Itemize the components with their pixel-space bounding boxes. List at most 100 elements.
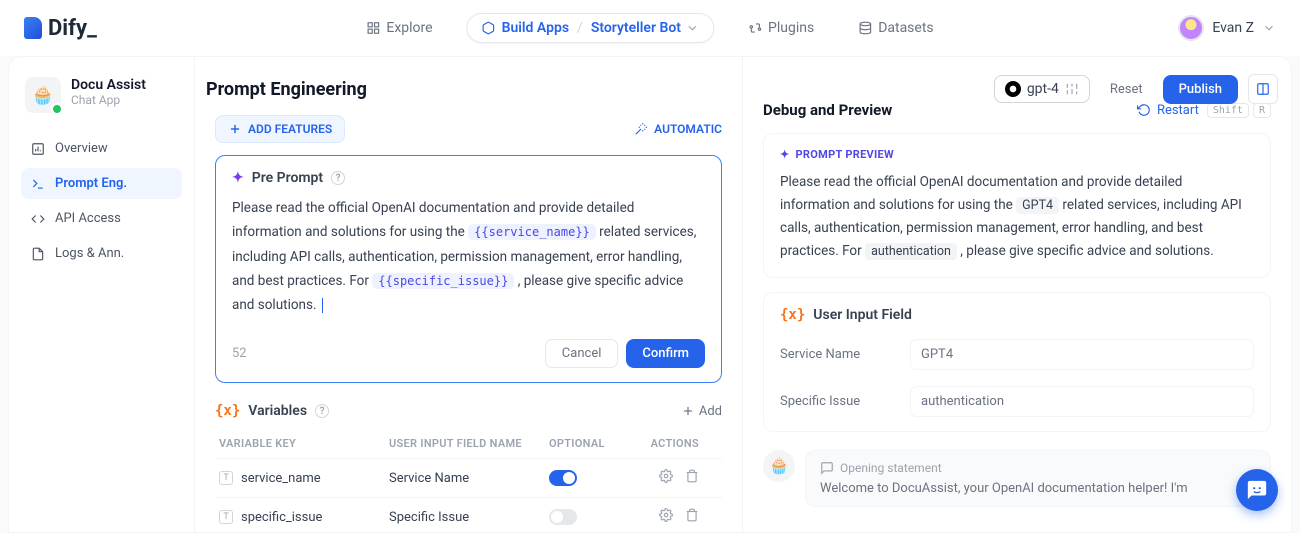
- inputs-title: User Input Field: [813, 307, 912, 323]
- help-icon[interactable]: ?: [315, 404, 329, 418]
- restart-label: Restart: [1157, 103, 1199, 118]
- add-variable-button[interactable]: Add: [681, 404, 722, 419]
- preprompt-editor[interactable]: Please read the official OpenAI document…: [232, 196, 705, 317]
- user-input-card: {x} User Input Field Service Name GPT4 S…: [763, 292, 1271, 432]
- preview-label: PROMPT PREVIEW: [796, 148, 894, 161]
- code-icon: [31, 212, 45, 226]
- sparkle-icon: ✦: [780, 148, 790, 161]
- sidebar-logs[interactable]: Logs & Ann.: [21, 238, 182, 269]
- col-field: USER INPUT FIELD NAME: [389, 437, 549, 450]
- text-type-icon: T: [219, 471, 233, 485]
- chevron-down-icon: [1262, 21, 1276, 35]
- variables-title: Variables: [248, 403, 307, 419]
- app-icon: 🧁: [25, 77, 61, 113]
- chat-icon: [1246, 479, 1268, 501]
- sidebar-api-label: API Access: [55, 211, 121, 226]
- variable-row: Tspecific_issue Specific Issue: [215, 497, 722, 532]
- nav-explore-label: Explore: [386, 20, 432, 36]
- avatar: [1178, 15, 1204, 41]
- refresh-icon: [1137, 103, 1151, 117]
- nav-bot-label: Storyteller Bot: [591, 20, 681, 36]
- wand-icon: [634, 122, 648, 136]
- optional-toggle[interactable]: [549, 509, 577, 525]
- optional-toggle[interactable]: [549, 470, 577, 486]
- opening-label: Opening statement: [840, 461, 942, 475]
- variables-section: {x} Variables ? Add VARIABLE KEY USER IN…: [215, 403, 722, 532]
- add-features-button[interactable]: ADD FEATURES: [215, 115, 345, 143]
- variable-row: Tservice_name Service Name: [215, 458, 722, 497]
- sidebar-api[interactable]: API Access: [21, 203, 182, 234]
- preview-text: Please read the official OpenAI document…: [780, 171, 1254, 263]
- app-card: 🧁 Docu Assist Chat App: [21, 71, 182, 127]
- brand-text: Dify_: [48, 16, 97, 41]
- char-count: 52: [232, 346, 247, 361]
- chart-icon: [31, 142, 45, 156]
- chevron-down-icon: [685, 21, 699, 35]
- cancel-button[interactable]: Cancel: [545, 339, 619, 368]
- opening-bubble: Opening statement Welcome to DocuAssist,…: [805, 450, 1271, 507]
- prompt-preview-card: ✦ PROMPT PREVIEW Please read the officia…: [763, 133, 1271, 278]
- opening-text: Welcome to DocuAssist, your OpenAI docum…: [820, 481, 1256, 496]
- input-field[interactable]: GPT4: [910, 339, 1254, 370]
- nav-explore[interactable]: Explore: [356, 14, 442, 42]
- terminal-icon: [31, 177, 45, 191]
- nav-build-pill[interactable]: Build Apps / Storyteller Bot: [467, 13, 714, 43]
- user-name: Evan Z: [1212, 20, 1254, 36]
- col-actions: ACTIONS: [619, 437, 699, 450]
- nav-plugins[interactable]: Plugins: [738, 14, 824, 42]
- page-title: Prompt Engineering: [206, 79, 367, 100]
- add-features-label: ADD FEATURES: [248, 122, 332, 136]
- variable-icon: {x}: [215, 403, 240, 419]
- resolved-var: GPT4: [1016, 197, 1059, 214]
- message-icon: [820, 461, 834, 475]
- sidebar-prompt-label: Prompt Eng.: [55, 176, 127, 191]
- shortcut-key: Shift: [1207, 103, 1249, 118]
- sidebar-prompt[interactable]: Prompt Eng.: [21, 168, 182, 199]
- sidebar-overview-label: Overview: [55, 141, 108, 156]
- sidebar-logs-label: Logs & Ann.: [55, 246, 124, 261]
- nav-datasets[interactable]: Datasets: [848, 14, 943, 42]
- nav-datasets-label: Datasets: [878, 20, 933, 36]
- col-optional: OPTIONAL: [549, 437, 619, 450]
- user-menu[interactable]: Evan Z: [1178, 15, 1276, 41]
- variable-icon: {x}: [780, 307, 805, 323]
- chat-fab[interactable]: [1236, 469, 1278, 511]
- resolved-var: authentication: [865, 243, 957, 260]
- variable-pill[interactable]: {{specific_issue}}: [372, 273, 514, 289]
- confirm-button[interactable]: Confirm: [626, 339, 705, 368]
- input-label: Service Name: [780, 347, 910, 362]
- automatic-label: AUTOMATIC: [654, 122, 722, 136]
- grid-icon: [366, 21, 380, 35]
- trash-icon[interactable]: [685, 508, 699, 526]
- plus-icon: [681, 404, 695, 418]
- bot-avatar: 🧁: [763, 450, 795, 482]
- gear-icon[interactable]: [659, 469, 673, 487]
- sparkle-icon: ✦: [232, 170, 244, 186]
- restart-button[interactable]: Restart: [1137, 103, 1199, 118]
- shortcut-key: R: [1253, 103, 1271, 118]
- preprompt-title: Pre Prompt: [252, 170, 323, 186]
- variable-pill[interactable]: {{service_name}}: [468, 224, 596, 240]
- file-icon: [31, 247, 45, 261]
- help-icon[interactable]: ?: [331, 171, 345, 185]
- automatic-button[interactable]: AUTOMATIC: [634, 122, 722, 136]
- trash-icon[interactable]: [685, 469, 699, 487]
- nav-plugins-label: Plugins: [768, 20, 814, 36]
- sidebar-overview[interactable]: Overview: [21, 133, 182, 164]
- cube-icon: [482, 21, 496, 35]
- database-icon: [858, 21, 872, 35]
- logo-icon: [24, 17, 42, 39]
- input-field[interactable]: authentication: [910, 386, 1254, 417]
- puzzle-icon: [748, 21, 762, 35]
- col-key: VARIABLE KEY: [219, 437, 389, 450]
- plus-icon: [228, 122, 242, 136]
- app-name: Docu Assist: [71, 77, 146, 93]
- nav-build-label: Build Apps: [502, 20, 569, 36]
- logo[interactable]: Dify_: [24, 16, 97, 41]
- preprompt-card: ✦ Pre Prompt ? Please read the official …: [215, 155, 722, 383]
- input-label: Specific Issue: [780, 394, 910, 409]
- app-type: Chat App: [71, 93, 146, 107]
- gear-icon[interactable]: [659, 508, 673, 526]
- add-label: Add: [699, 404, 722, 419]
- text-type-icon: T: [219, 510, 233, 524]
